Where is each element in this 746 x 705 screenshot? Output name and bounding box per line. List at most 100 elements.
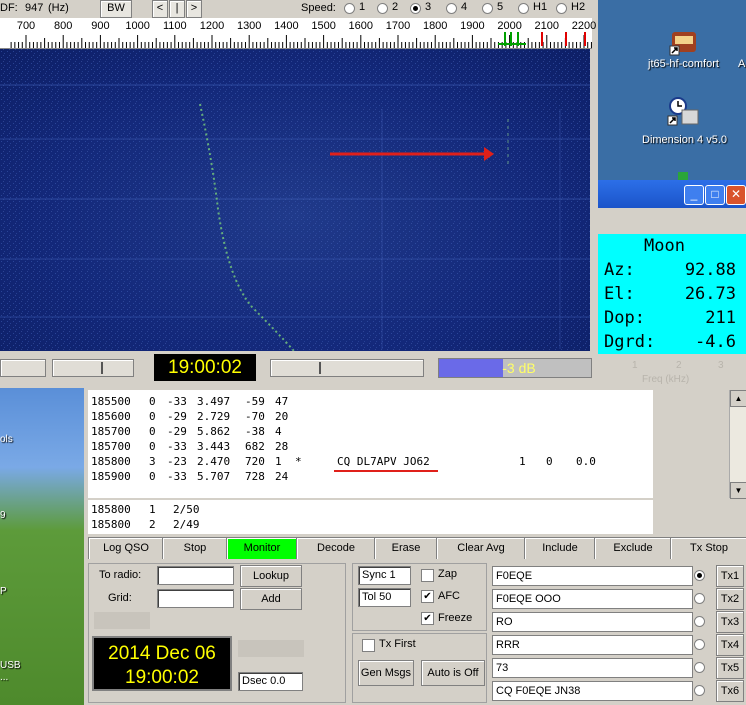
grid-input[interactable] bbox=[157, 589, 234, 608]
decode-df: 728 bbox=[245, 470, 265, 483]
moon-dop-value: 211 bbox=[705, 308, 736, 328]
speed-radio-5[interactable] bbox=[482, 3, 493, 14]
scale-tick-label: 700 bbox=[16, 20, 36, 32]
signal-level-label: -3 dB bbox=[502, 360, 536, 376]
speed-option-label: 3 bbox=[425, 1, 432, 13]
scale-tick-label: 1200 bbox=[199, 20, 225, 32]
tx-select-radio-2[interactable] bbox=[694, 593, 705, 604]
grid-label: Grid: bbox=[108, 592, 132, 604]
speed-option-label: 2 bbox=[392, 1, 399, 13]
speed-radio-4[interactable] bbox=[446, 3, 457, 14]
speed-radio-h2[interactable] bbox=[556, 3, 567, 14]
desktop-background: jt65-hf-comfort A Dimension 4 v5.0 bbox=[598, 0, 746, 180]
scroll-up-arrow-icon[interactable]: ▲ bbox=[730, 390, 746, 407]
gen-msgs-button[interactable]: Gen Msgs bbox=[358, 660, 414, 686]
moon-el-value: 26.73 bbox=[684, 284, 736, 304]
tx-select-radio-1[interactable] bbox=[694, 570, 705, 581]
tx-message-field-3[interactable]: RO bbox=[492, 612, 693, 632]
add-button[interactable]: Add bbox=[240, 588, 302, 610]
decode-dt: 5.707 bbox=[197, 470, 231, 483]
decode-db: -33 bbox=[167, 440, 187, 453]
auto-off-button[interactable]: Auto is Off bbox=[421, 660, 485, 686]
decode-dt: 2.729 bbox=[197, 410, 231, 423]
decode-db: -33 bbox=[167, 470, 187, 483]
tx5-button[interactable]: Tx5 bbox=[716, 657, 744, 679]
to-radio-label: To radio: bbox=[99, 569, 142, 581]
zap-checkbox[interactable] bbox=[421, 569, 434, 582]
bw-button[interactable]: BW bbox=[100, 0, 132, 18]
scale-tick-label: 1600 bbox=[348, 20, 374, 32]
dimension4-clock-icon[interactable] bbox=[664, 96, 704, 126]
tx1-button[interactable]: Tx1 bbox=[716, 565, 744, 587]
scroll-down-arrow-icon[interactable]: ▼ bbox=[730, 482, 746, 499]
tx2-button[interactable]: Tx2 bbox=[716, 588, 744, 610]
decode-sync: 0 bbox=[149, 395, 156, 408]
jt65-hf-comfort-icon[interactable] bbox=[664, 28, 704, 58]
tx3-button[interactable]: Tx3 bbox=[716, 611, 744, 633]
tx-message-field-2[interactable]: F0EQE OOO bbox=[492, 589, 693, 609]
freeze-checkbox[interactable]: ✔ bbox=[421, 612, 434, 625]
slider-left[interactable] bbox=[0, 359, 46, 377]
freeze-label: Freeze bbox=[438, 612, 473, 624]
decoded-text-pane[interactable]: 185500 0 -33 3.497 -59 47 185600 0 -29 2.729 -70 20… bbox=[88, 390, 653, 498]
dsec-field[interactable]: Dsec 0.0 bbox=[238, 672, 303, 691]
speed-radio-1[interactable] bbox=[344, 3, 355, 14]
waterfall-window: DF: 947 (Hz) BW < | > Speed: 1 2 3 4 5 H1 H2 7… bbox=[0, 0, 598, 388]
monitor-button[interactable]: Monitor bbox=[226, 537, 298, 560]
signal-level-meter: -3 dB bbox=[438, 358, 592, 378]
scale-tick-label: 800 bbox=[54, 20, 73, 32]
maximize-icon[interactable]: □ bbox=[705, 185, 725, 205]
decode-db: -29 bbox=[167, 425, 187, 438]
tx-first-label: Tx First bbox=[379, 638, 416, 650]
minimize-icon[interactable]: _ bbox=[684, 185, 704, 205]
decode-time: 185900 bbox=[91, 470, 131, 483]
tx-message-field-6[interactable]: CQ F0EQE JN38 bbox=[492, 681, 693, 701]
speed-radio-3[interactable] bbox=[410, 3, 421, 14]
nav-left-button[interactable]: < bbox=[152, 0, 168, 18]
scale-tick-label: 1700 bbox=[385, 20, 411, 32]
tx-message-field-4[interactable]: RRR bbox=[492, 635, 693, 655]
speed-radio-2[interactable] bbox=[377, 3, 388, 14]
avg-count: 1 bbox=[149, 503, 156, 516]
erase-button[interactable]: Erase bbox=[374, 537, 438, 560]
tx-first-checkbox[interactable] bbox=[362, 639, 375, 652]
brightness-slider[interactable] bbox=[52, 359, 134, 377]
decode-button[interactable]: Decode bbox=[296, 537, 376, 560]
avg-fraction: 2/50 bbox=[173, 503, 200, 516]
exclude-button[interactable]: Exclude bbox=[594, 537, 672, 560]
close-icon[interactable]: ✕ bbox=[726, 185, 746, 205]
lookup-button[interactable]: Lookup bbox=[240, 565, 302, 587]
nav-center-button[interactable]: | bbox=[169, 0, 185, 18]
include-button[interactable]: Include bbox=[524, 537, 596, 560]
sync-spinbox[interactable]: Sync 1 bbox=[358, 566, 411, 585]
tx6-button[interactable]: Tx6 bbox=[716, 680, 744, 702]
decode-time: 185600 bbox=[91, 410, 131, 423]
tx-select-radio-5[interactable] bbox=[694, 662, 705, 673]
moon-az-value: 92.88 bbox=[684, 260, 736, 280]
tx-select-radio-6[interactable] bbox=[694, 685, 705, 696]
tx-stop-button[interactable]: Tx Stop bbox=[670, 537, 746, 560]
avg-fraction: 2/49 bbox=[173, 518, 200, 531]
tx-select-radio-3[interactable] bbox=[694, 616, 705, 627]
tx-message-field-1[interactable]: F0EQE bbox=[492, 566, 693, 586]
clear-avg-button[interactable]: Clear Avg bbox=[436, 537, 526, 560]
speed-option-label: 5 bbox=[497, 1, 504, 13]
tol-spinbox[interactable]: Tol 50 bbox=[358, 588, 411, 607]
waterfall-spectrogram[interactable] bbox=[0, 49, 590, 351]
stop-button[interactable]: Stop bbox=[162, 537, 228, 560]
log-qso-button[interactable]: Log QSO bbox=[88, 537, 164, 560]
main-button-bar: Log QSO Stop Monitor Decode Erase Clear … bbox=[88, 537, 746, 560]
average-text-pane[interactable]: 185800 1 2/50 185800 2 2/49 bbox=[88, 500, 653, 534]
contrast-slider[interactable] bbox=[270, 359, 424, 377]
tx-message-field-5[interactable]: 73 bbox=[492, 658, 693, 678]
tx-select-radio-4[interactable] bbox=[694, 639, 705, 650]
nav-right-button[interactable]: > bbox=[186, 0, 202, 18]
desktop-label-cut: ols bbox=[0, 434, 13, 445]
tx4-button[interactable]: Tx4 bbox=[716, 634, 744, 656]
decode-scrollbar[interactable]: ▲ ▼ bbox=[729, 390, 746, 499]
afc-checkbox[interactable]: ✔ bbox=[421, 590, 434, 603]
speed-radio-h1[interactable] bbox=[518, 3, 529, 14]
moon-window-titlebar[interactable]: _ □ ✕ bbox=[598, 180, 746, 208]
to-radio-input[interactable] bbox=[157, 566, 234, 585]
decode-width: 24 bbox=[275, 470, 289, 483]
